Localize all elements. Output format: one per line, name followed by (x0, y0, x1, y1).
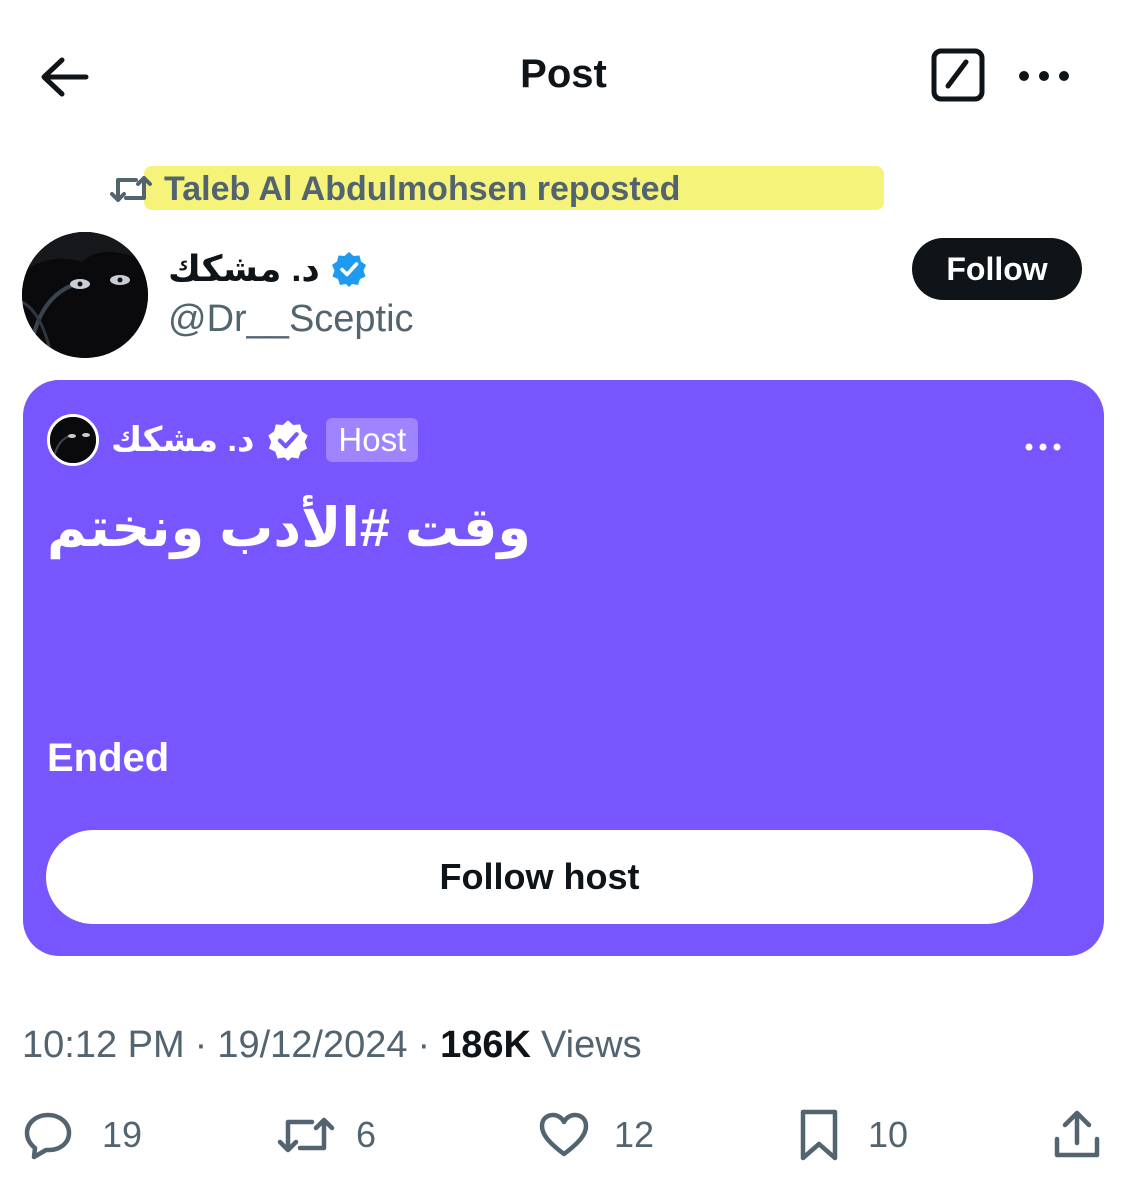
repost-icon (108, 169, 154, 209)
host-avatar (47, 414, 99, 466)
space-status: Ended (47, 736, 170, 780)
reply-button[interactable]: 19 (22, 1100, 142, 1170)
more-options-button[interactable] (1014, 54, 1074, 98)
post-date[interactable]: 19/12/2024 (217, 1024, 407, 1067)
host-name: د. مشكك (111, 421, 255, 459)
host-badge: Host (326, 418, 419, 462)
meta-separator: · (194, 1023, 208, 1066)
follow-button[interactable]: Follow (912, 238, 1082, 300)
post-time[interactable]: 10:12 PM (22, 1024, 185, 1067)
repost-button[interactable]: 6 (276, 1100, 376, 1170)
reply-count: 19 (102, 1114, 143, 1155)
post-meta: 10:12 PM · 19/12/2024 · 186K Views (22, 1018, 642, 1072)
avatar-image (22, 232, 148, 358)
share-icon (1054, 1110, 1100, 1158)
heart-icon (539, 1112, 589, 1157)
author-handle[interactable]: @Dr__Sceptic (168, 298, 414, 341)
space-host-row: د. مشكك Host (47, 414, 419, 466)
more-horizontal-icon (1025, 443, 1061, 451)
author-avatar[interactable] (22, 232, 148, 358)
repost-icon (277, 1117, 335, 1153)
verified-badge-icon (331, 252, 366, 287)
repost-count: 6 (356, 1114, 377, 1155)
space-more-button[interactable] (1021, 434, 1065, 460)
author-name: د. مشكك (168, 248, 320, 289)
reply-icon (24, 1112, 72, 1160)
views-count[interactable]: 186K (440, 1024, 531, 1067)
like-button[interactable]: 12 (538, 1100, 654, 1170)
bookmark-count: 10 (868, 1114, 909, 1155)
repost-context[interactable]: Taleb Al Abdulmohsen reposted (108, 164, 884, 214)
bookmark-button[interactable]: 10 (798, 1100, 908, 1170)
space-title: وقت #الأدب ونختم (47, 498, 531, 558)
space-card[interactable]: د. مشكك Host وقت #الأدب ونختم Ended Foll… (23, 380, 1104, 956)
action-bar: 19 6 12 10 (0, 1100, 1127, 1170)
verified-badge-icon (268, 420, 309, 461)
meta-separator: · (417, 1023, 431, 1066)
compose-icon (931, 48, 985, 102)
more-horizontal-icon (1019, 71, 1069, 81)
repost-text: Taleb Al Abdulmohsen reposted (164, 169, 681, 208)
follow-host-button[interactable]: Follow host (46, 830, 1033, 924)
author-name-row[interactable]: د. مشكك (168, 244, 368, 294)
top-bar: Post (0, 0, 1127, 150)
bookmark-icon (800, 1109, 838, 1161)
compose-button[interactable] (930, 48, 988, 104)
share-button[interactable] (1052, 1100, 1102, 1170)
like-count: 12 (614, 1114, 655, 1155)
views-label[interactable]: Views (541, 1024, 642, 1067)
